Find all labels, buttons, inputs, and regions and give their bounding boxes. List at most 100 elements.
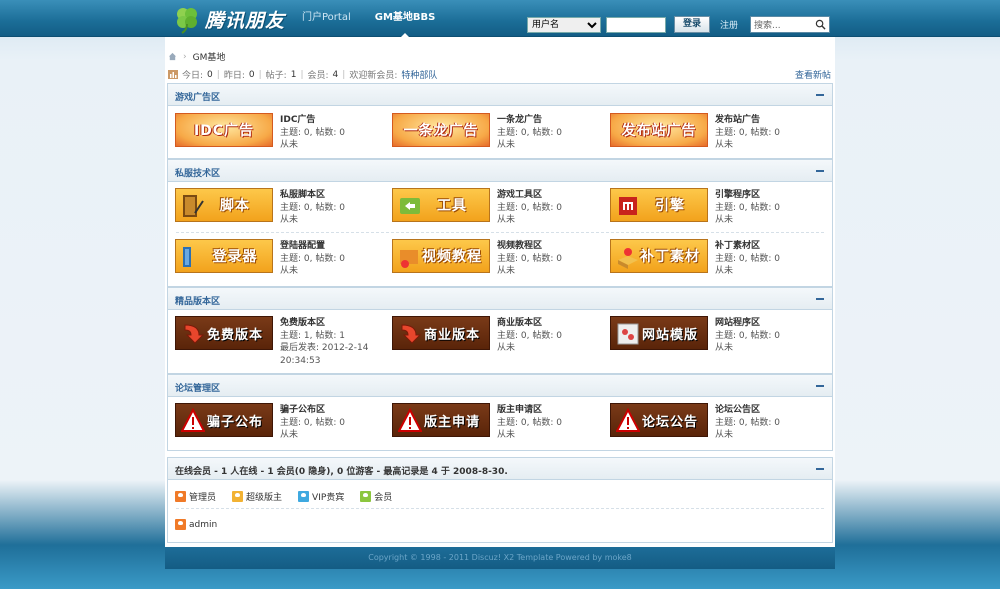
view-new-posts-link[interactable]: 查看新帖 [795,68,831,81]
forum-banner[interactable]: 免费版本 [175,316,273,350]
forum-item: 商业版本 商业版本区 主题: 0, 帖数: 0 从未 [392,316,602,356]
forum-last: 从未 [497,215,516,225]
login-type-select[interactable]: 用户名 [527,16,601,33]
admin-user-icon [175,491,186,502]
section-header[interactable]: 精品版本区 [168,288,832,310]
posts-label: 帖子: [265,71,287,81]
section-title[interactable]: 游戏广告区 [175,90,220,103]
forum-meta: 主题: 0, 帖数: 0 [280,417,345,428]
today-label: 今日: [182,71,204,81]
footer-copyright: Copyright © 1998 - 2011 Discuz! X2 Templ… [165,547,835,569]
logo-text: 腾讯朋友 [205,9,286,32]
section-title[interactable]: 私服技术区 [175,166,220,179]
patch-box-icon [618,248,638,269]
forum-last: 从未 [715,343,734,353]
search-box[interactable]: 搜索... [750,16,830,33]
home-icon[interactable] [168,52,177,61]
forum-banner[interactable]: IDC广告 [175,113,273,147]
warning-icon [181,408,205,432]
site-logo[interactable]: 腾讯朋友 [172,4,285,34]
chart-icon [168,70,178,79]
collapse-icon[interactable] [816,94,824,96]
forum-banner[interactable]: 引擎 [610,188,708,222]
forum-meta: 主题: 0, 帖数: 0 [497,202,562,213]
forum-name[interactable]: 引擎程序区 [715,189,780,202]
divider [176,508,824,509]
web-template-icon [617,323,639,345]
download-arrow-icon [184,324,205,344]
forum-last: 从未 [715,266,734,276]
forum-name[interactable]: 登陆器配置 [280,240,345,253]
forum-banner[interactable]: 发布站广告 [610,113,708,147]
breadcrumb-current[interactable]: GM基地 [193,50,226,63]
forum-name[interactable]: 补丁素材区 [715,240,780,253]
posts-count: 1 [290,69,297,80]
forum-item: 补丁素材 补丁素材区 主题: 0, 帖数: 0 从未 [610,239,820,279]
login-button[interactable]: 登录 [674,16,710,33]
tools-icon [400,198,420,214]
admin-user-icon [175,519,186,530]
forum-name[interactable]: 商业版本区 [497,317,562,330]
forum-name[interactable]: 网站程序区 [715,317,780,330]
member-user-icon [360,491,372,502]
forum-meta: 主题: 0, 帖数: 0 [715,202,780,213]
legend-super-mod: 超级版主 [232,490,282,503]
nav-portal[interactable]: 门户Portal [290,0,363,37]
breadcrumb-separator: › [183,51,187,62]
forum-item: 登录器 登陆器配置 主题: 0, 帖数: 0 从未 [175,239,385,279]
forum-name[interactable]: 骗子公布区 [280,404,345,417]
online-user[interactable]: admin [175,519,217,530]
search-icon[interactable] [815,19,826,30]
script-book-icon [183,195,204,217]
collapse-icon[interactable] [816,468,824,470]
forum-banner[interactable]: 一条龙广告 [392,113,490,147]
new-member-link[interactable]: 特种部队 [401,68,437,81]
forum-banner[interactable]: 网站模版 [610,316,708,350]
forum-meta: 主题: 0, 帖数: 0 [715,330,780,341]
forum-banner[interactable]: 脚本 [175,188,273,222]
forum-name[interactable]: 私服脚本区 [280,189,345,202]
forum-name[interactable]: 一条龙广告 [497,114,562,127]
forum-banner[interactable]: 骗子公布 [175,403,273,437]
forum-banner[interactable]: 登录器 [175,239,273,273]
legend-vip: VIP贵宾 [298,490,344,503]
forum-name[interactable]: 发布站广告 [715,114,780,127]
register-link[interactable]: 注册 [720,18,738,31]
forum-last: 从未 [280,430,299,440]
forum-banner[interactable]: 视频教程 [392,239,490,273]
section-title[interactable]: 精品版本区 [175,294,220,307]
collapse-icon[interactable] [816,385,824,387]
forum-last: 从未 [715,430,734,440]
engine-icon [619,197,637,215]
forum-item: 骗子公布 骗子公布区 主题: 0, 帖数: 0 从未 [175,403,385,443]
section-premium-versions: 精品版本区 免费版本 免费版本区 主题: 1, 帖数: 1 最后发表: 2012-2… [167,287,833,374]
vip-user-icon [298,491,310,502]
forum-banner[interactable]: 版主申请 [392,403,490,437]
forum-last: 从未 [280,266,299,276]
forum-banner[interactable]: 商业版本 [392,316,490,350]
forum-name[interactable]: 游戏工具区 [497,189,562,202]
forum-name[interactable]: 免费版本区 [280,317,368,330]
download-arrow-icon [401,324,422,344]
forum-name[interactable]: 版主申请区 [497,404,562,417]
forum-last: 从未 [280,215,299,225]
search-input[interactable]: 搜索... [751,18,815,31]
section-title[interactable]: 论坛管理区 [175,381,220,394]
members-label: 会员: [307,71,329,81]
collapse-icon[interactable] [816,298,824,300]
forum-name[interactable]: 论坛公告区 [715,404,780,417]
section-header[interactable]: 游戏广告区 [168,84,832,106]
password-input[interactable] [606,16,666,33]
forum-banner[interactable]: 论坛公告 [610,403,708,437]
nav-bbs[interactable]: GM基地BBS [363,0,448,37]
forum-banner[interactable]: 工具 [392,188,490,222]
forum-name[interactable]: 视频教程区 [497,240,562,253]
forum-name[interactable]: IDC广告 [280,114,345,127]
collapse-icon[interactable] [816,170,824,172]
forum-banner[interactable]: 补丁素材 [610,239,708,273]
section-header[interactable]: 私服技术区 [168,160,832,182]
section-header[interactable]: 论坛管理区 [168,375,832,397]
forum-meta: 主题: 0, 帖数: 0 [497,417,562,428]
forum-meta: 主题: 0, 帖数: 0 [715,127,780,138]
online-header[interactable]: 在线会员 - 1 人在线 - 1 会员(0 隐身), 0 位游客 - 最高记录是… [168,458,832,480]
